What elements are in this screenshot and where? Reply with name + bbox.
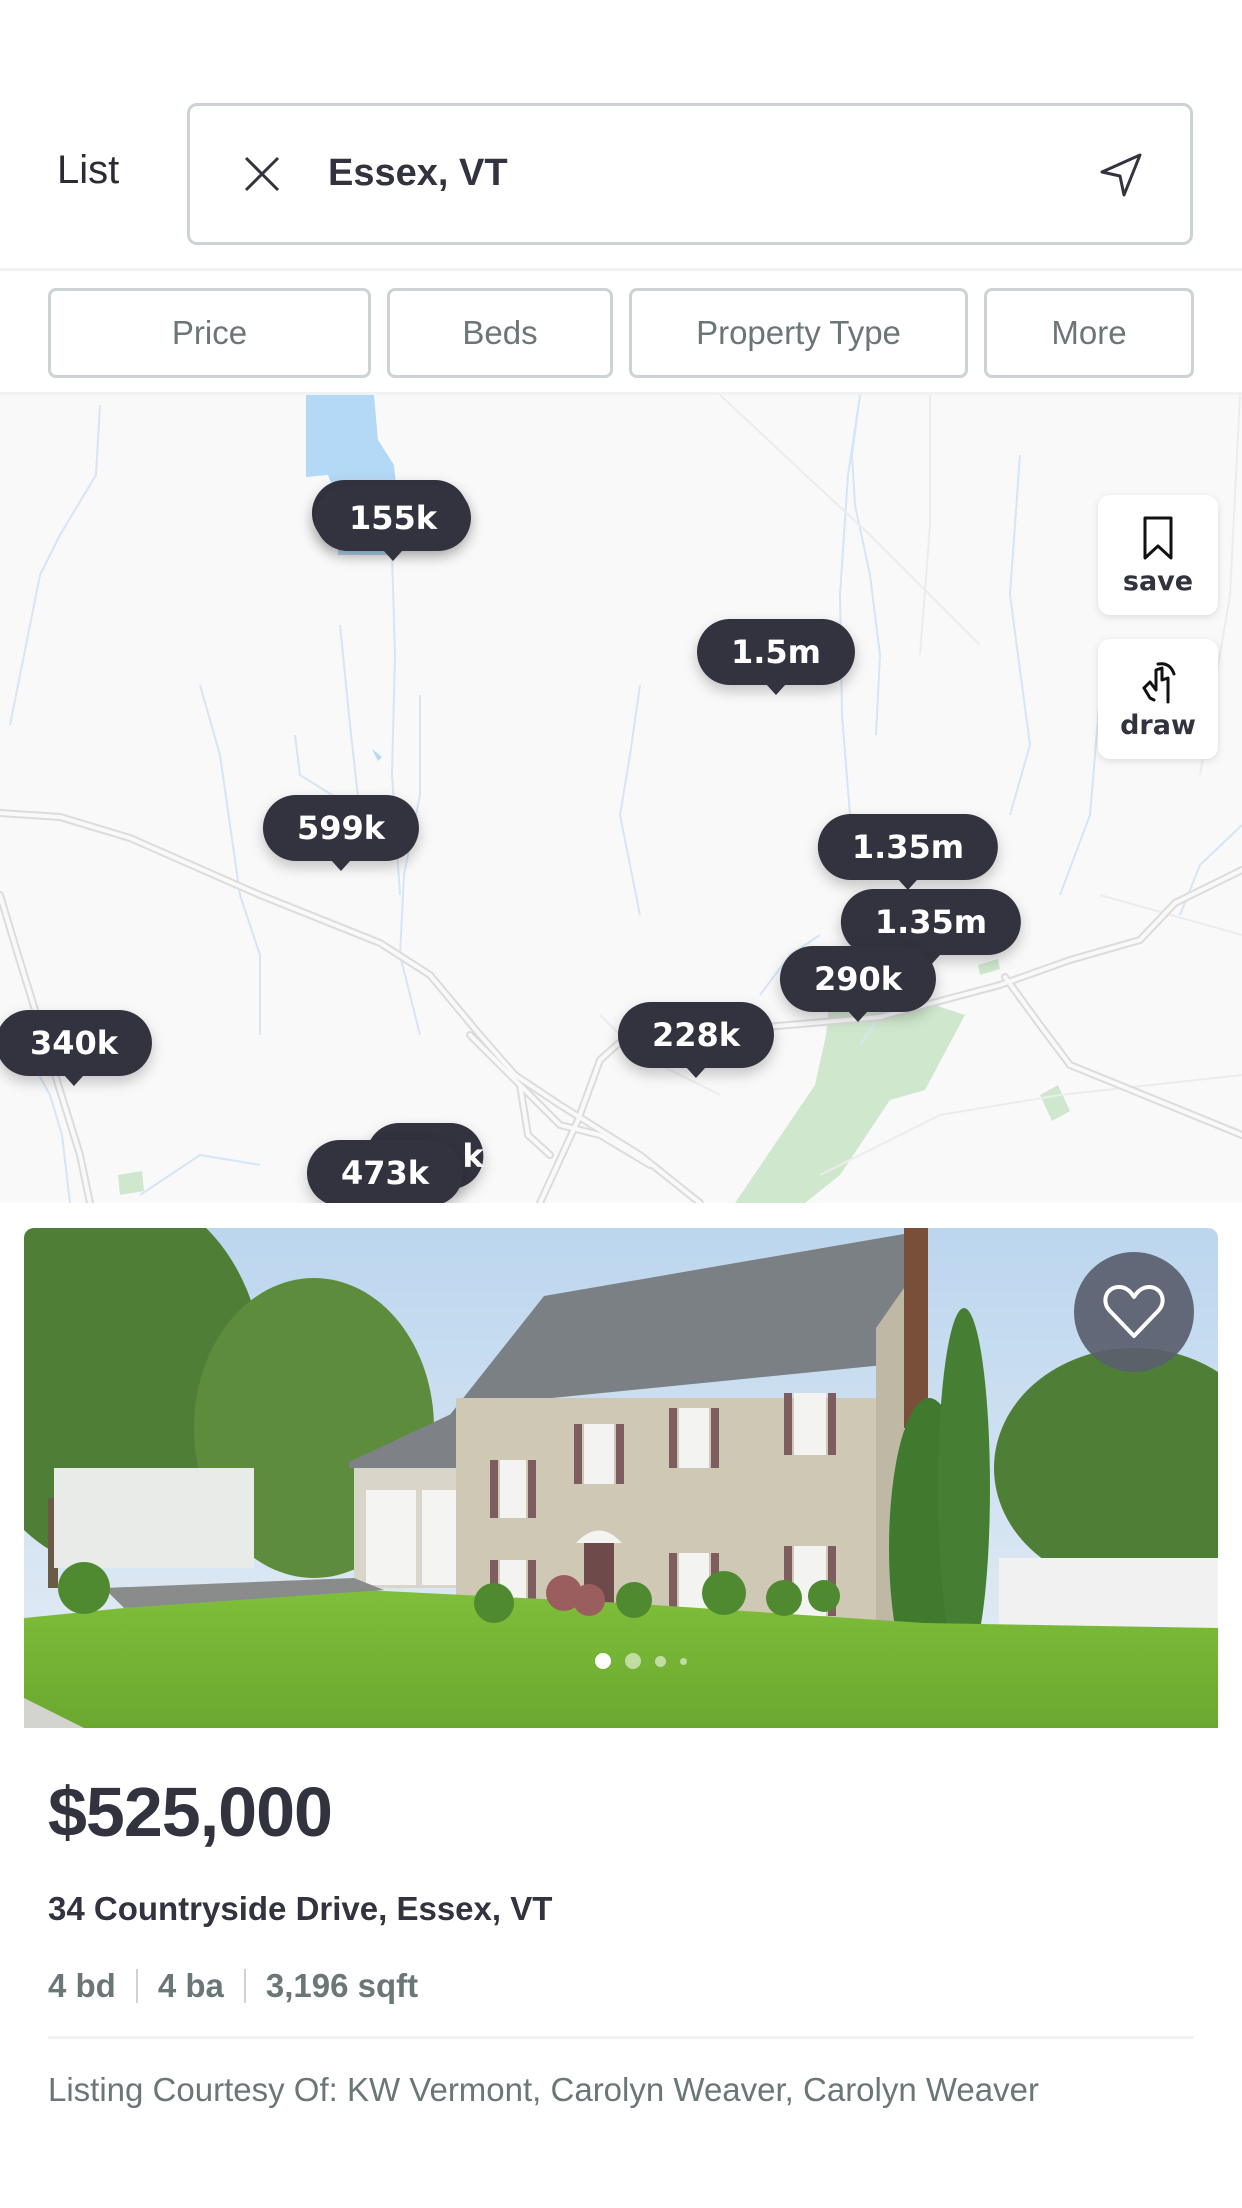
map-price-marker[interactable]: 340k — [0, 1010, 153, 1086]
sqft-value: 3,196 sqft — [265, 1967, 419, 2004]
header: List Essex, VT — [0, 0, 1242, 271]
map-view[interactable]: 155k 155k 1.5m 599k 1.35m 1.35m 290k 340… — [0, 395, 1242, 1203]
heart-outline-icon — [1103, 1285, 1165, 1338]
navigation-arrow-icon[interactable] — [1096, 150, 1146, 200]
spec-divider — [243, 1969, 246, 2003]
list-view-link[interactable]: List — [57, 148, 119, 193]
pagination-dot-active[interactable] — [595, 1653, 611, 1669]
baths-count: 4 ba — [157, 1967, 224, 2004]
draw-label: draw — [1120, 709, 1196, 741]
map-base-layer — [0, 395, 1242, 1203]
favorite-button[interactable] — [1074, 1252, 1194, 1372]
map-price-marker[interactable]: 599k — [262, 795, 420, 871]
park-small — [1040, 1085, 1070, 1121]
location-search-input[interactable]: Essex, VT — [187, 103, 1193, 245]
filter-price-button[interactable]: Price — [48, 288, 371, 378]
pagination-dot[interactable] — [680, 1657, 687, 1665]
beds-count: 4 bd — [48, 1967, 116, 2004]
map-price-marker[interactable]: 473k — [306, 1140, 464, 1203]
listing-specs: 4 bd 4 ba 3,196 sqft — [48, 1967, 418, 2005]
spec-divider — [135, 1969, 138, 2003]
map-price-marker[interactable]: 290k — [779, 946, 937, 1022]
bookmark-icon — [1143, 516, 1173, 559]
map-price-marker[interactable]: 228k — [617, 1002, 775, 1078]
park-small-2 — [118, 1171, 144, 1195]
pagination-dot[interactable] — [625, 1653, 641, 1669]
filter-beds-button[interactable]: Beds — [387, 288, 613, 378]
photo-pagination — [595, 1651, 687, 1671]
map-price-marker[interactable]: 155k — [314, 485, 472, 561]
hand-draw-icon — [1142, 661, 1176, 703]
park-small-3 — [978, 959, 1000, 975]
card-divider — [48, 2036, 1194, 2039]
search-value[interactable]: Essex, VT — [328, 152, 508, 195]
save-label: save — [1122, 565, 1194, 597]
map-price-marker[interactable]: 1.35m — [817, 814, 999, 890]
listing-price: $525,000 — [48, 1773, 333, 1851]
save-search-button[interactable]: save — [1098, 495, 1218, 615]
filter-more-button[interactable]: More — [984, 288, 1194, 378]
small-pond — [372, 749, 382, 761]
close-icon[interactable] — [240, 152, 284, 196]
draw-area-button[interactable]: draw — [1098, 639, 1218, 759]
filter-property-type-button[interactable]: Property Type — [629, 288, 968, 378]
listing-courtesy: Listing Courtesy Of: KW Vermont, Carolyn… — [48, 2071, 1039, 2108]
listing-address[interactable]: 34 Countryside Drive, Essex, VT — [48, 1890, 552, 1928]
map-price-marker[interactable]: 1.5m — [696, 619, 856, 695]
pagination-dot[interactable] — [655, 1655, 666, 1667]
filter-bar: Price Beds Property Type More — [0, 271, 1242, 395]
